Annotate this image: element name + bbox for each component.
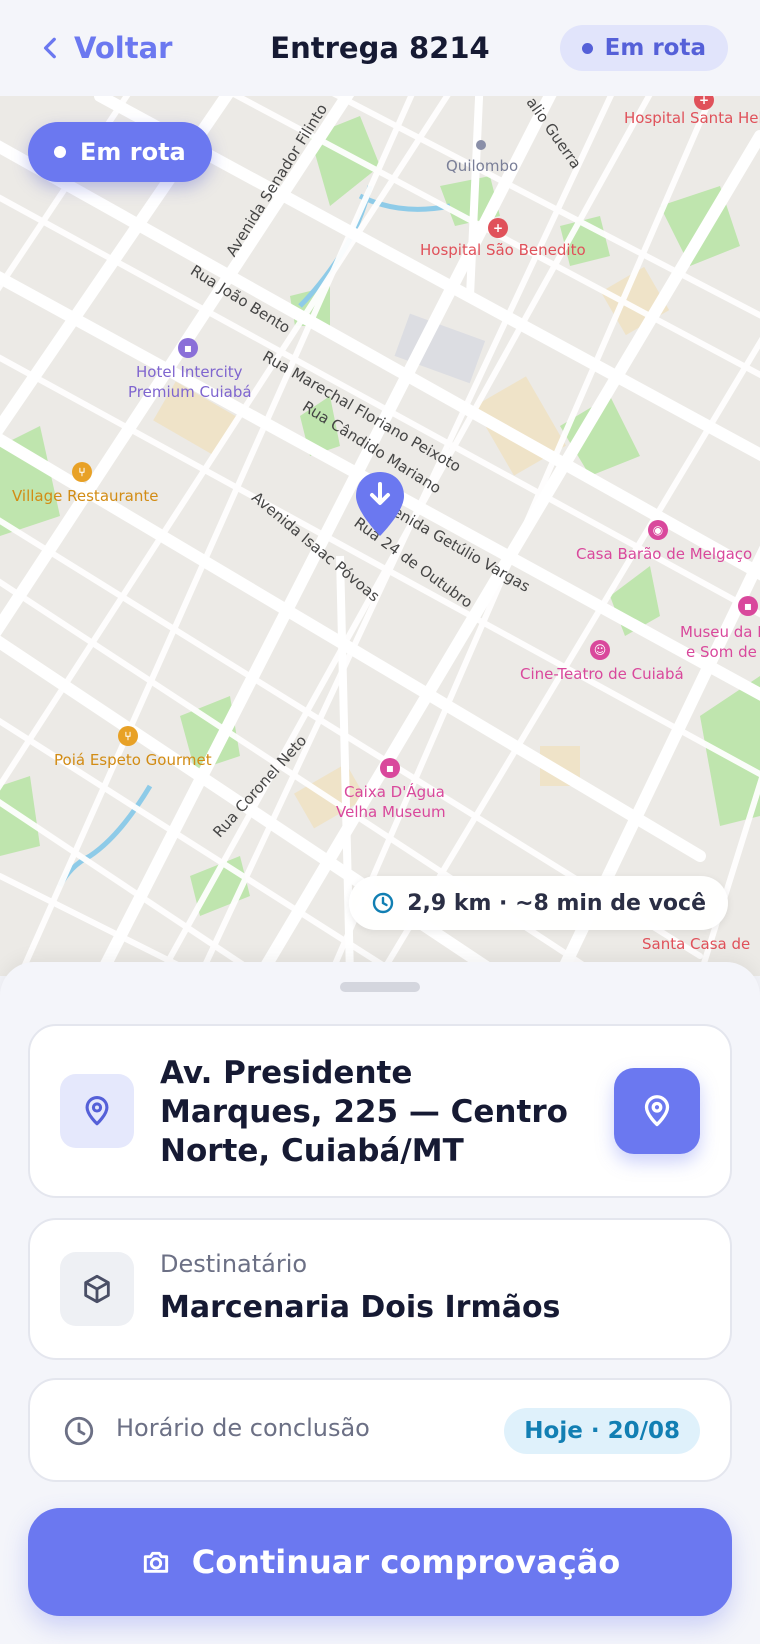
museum-icon: ◉ — [648, 520, 668, 540]
map-pin-icon — [644, 1095, 670, 1127]
map-status-chip: Em rota — [28, 122, 212, 182]
eta-chip: 2,9 km · ~8 min de você — [349, 876, 728, 930]
restaurant-icon: ⑂ — [118, 726, 138, 746]
poi-label: Velha Museum — [336, 803, 446, 821]
status-badge: Em rota — [559, 25, 728, 71]
address-icon-tile — [60, 1074, 134, 1148]
back-label: Voltar — [74, 31, 173, 65]
poi-label: Hotel Intercity — [136, 363, 243, 381]
back-button[interactable]: Voltar — [38, 31, 172, 65]
map-pin-icon — [85, 1095, 109, 1126]
museum-icon: ▪ — [738, 596, 758, 616]
recipient-name: Marcenaria Dois Irmãos — [160, 1290, 561, 1325]
hospital-icon: + — [488, 218, 508, 238]
map-status-label: Em rota — [80, 138, 186, 166]
poi-label: Hospital São Benedito — [420, 241, 586, 259]
completion-time-label: Horário de conclusão — [116, 1414, 370, 1442]
top-bar: Voltar Entrega 8214 Em rota — [0, 0, 760, 96]
clock-icon — [373, 892, 394, 914]
open-route-button[interactable] — [614, 1068, 700, 1154]
poi-label: Quilombo — [446, 157, 519, 175]
poi-label: Poiá Espeto Gourmet — [54, 751, 212, 769]
delivery-address: Av. Presidente Marques, 225 — Centro Nor… — [160, 1055, 568, 1169]
recipient-card: Destinatário Marcenaria Dois Irmãos — [28, 1218, 732, 1360]
poi-label: Museu da I — [680, 623, 760, 641]
recipient-icon-tile — [60, 1252, 134, 1326]
poi-label: Caixa D'Água — [344, 783, 445, 801]
hotel-icon: ▪ — [178, 338, 198, 358]
map-view[interactable]: Avenida Senador Filinto Rua João Bento R… — [0, 96, 760, 976]
recipient-label: Destinatário — [160, 1250, 308, 1278]
status-label: Em rota — [604, 35, 706, 61]
bottom-sheet: Av. Presidente Marques, 225 — Centro Nor… — [0, 962, 760, 1644]
poi-label: Cine-Teatro de Cuiabá — [520, 665, 684, 683]
poi-label: Village Restaurante — [12, 487, 159, 505]
box-icon — [84, 1274, 110, 1304]
sheet-drag-handle[interactable] — [340, 982, 420, 992]
poi-label: Hospital Santa Hele — [624, 109, 760, 127]
theater-icon: ☺ — [590, 640, 610, 660]
restaurant-icon: ⑂ — [72, 462, 92, 482]
poi-label: e Som de C — [686, 643, 760, 661]
place-icon — [476, 140, 486, 150]
continue-proof-label: Continuar comprovação — [191, 1543, 621, 1581]
chevron-left-icon — [43, 37, 56, 59]
museum-icon: ▪ — [380, 758, 400, 778]
eta-label: 2,9 km · ~8 min de você — [407, 890, 706, 916]
camera-icon — [143, 1551, 168, 1573]
poi-label: Casa Barão de Melgaço — [576, 545, 753, 563]
status-dot-icon — [581, 42, 593, 54]
poi-label: Premium Cuiabá — [128, 383, 252, 401]
completion-date-badge: Hoje · 20/08 — [504, 1408, 700, 1454]
completion-time-card: Horário de conclusão Hoje · 20/08 — [28, 1378, 732, 1482]
poi-label: Santa Casa de — [642, 935, 751, 953]
clock-icon — [64, 1416, 94, 1446]
address-card: Av. Presidente Marques, 225 — Centro Nor… — [28, 1024, 732, 1198]
continue-proof-button[interactable]: Continuar comprovação — [28, 1508, 732, 1616]
destination-pin-icon[interactable] — [354, 470, 406, 538]
status-dot-icon — [54, 146, 66, 158]
